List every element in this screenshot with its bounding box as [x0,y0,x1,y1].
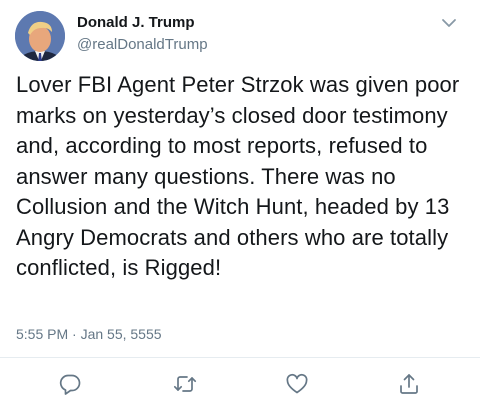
retweet-button[interactable] [173,372,197,396]
retweet-icon [173,376,197,392]
reply-button[interactable] [58,372,82,396]
like-button[interactable] [285,372,309,396]
chevron-down-icon[interactable] [438,12,460,34]
share-button[interactable] [397,372,421,396]
heart-icon [286,373,308,394]
user-display-name[interactable]: Donald J. Trump [77,14,195,31]
avatar-image [15,11,65,61]
divider [0,357,480,358]
tweet-card: Donald J. Trump @realDonaldTrump Lover F… [0,0,480,410]
user-handle[interactable]: @realDonaldTrump [77,36,208,53]
reply-icon [59,374,81,395]
tweet-text: Lover FBI Agent Peter Strzok was given p… [16,72,460,280]
avatar[interactable] [15,11,65,61]
tweet-timestamp[interactable]: 5:55 PM · Jan 55, 5555 [16,326,162,342]
share-icon [400,374,418,394]
